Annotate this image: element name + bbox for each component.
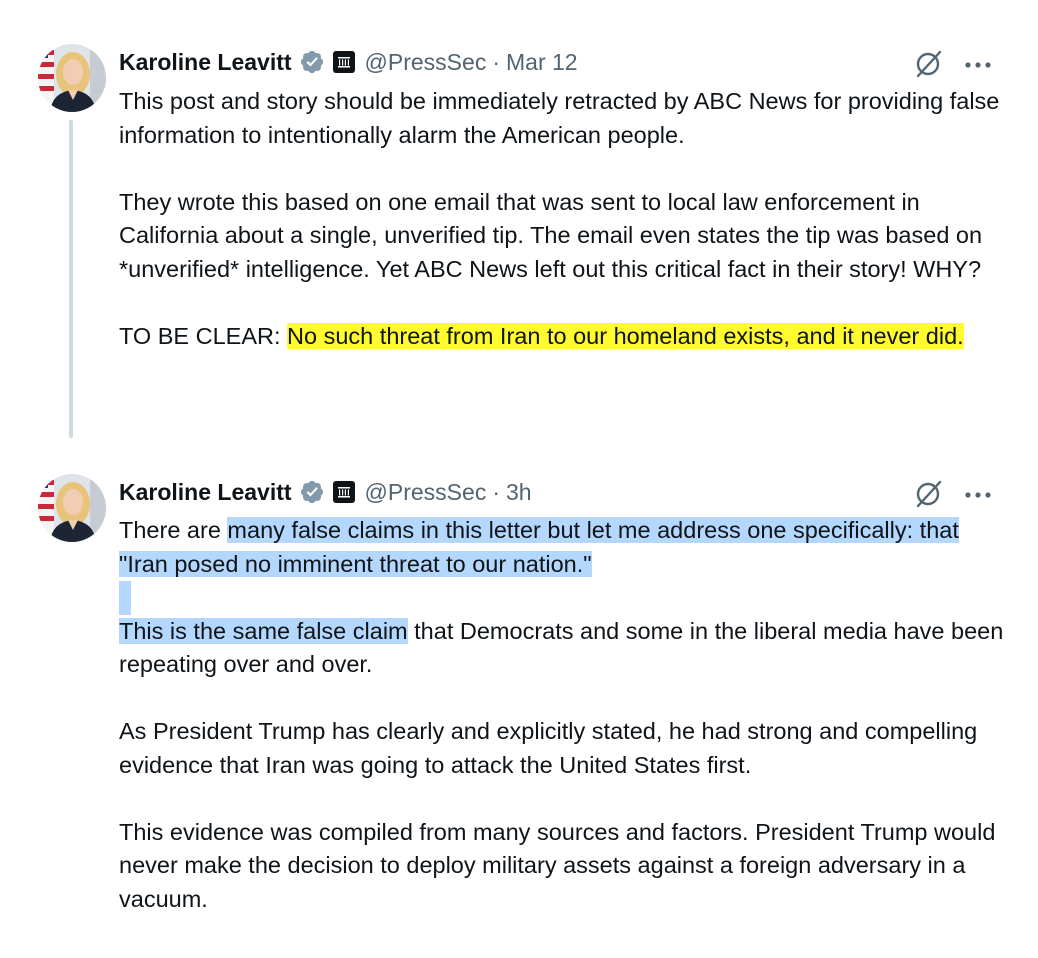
tweet-text-lead: There are bbox=[119, 517, 228, 543]
selected-text: This is the same false claim bbox=[119, 617, 408, 644]
handle-and-time: @PressSec · 3h bbox=[365, 479, 532, 506]
grok-icon[interactable] bbox=[912, 46, 946, 85]
author-name[interactable]: Karoline Leavitt bbox=[119, 49, 292, 76]
tweet-paragraph: They wrote this based on one email that … bbox=[119, 188, 983, 282]
highlighted-text: No such threat from Iran to our homeland… bbox=[287, 322, 964, 349]
author-handle[interactable]: @PressSec bbox=[365, 479, 487, 505]
tweet-actions bbox=[912, 46, 992, 85]
thread-line bbox=[69, 120, 73, 438]
tweet-text: This post and story should be immediatel… bbox=[119, 85, 1004, 353]
tweet-paragraph: This is the same false claim that Democr… bbox=[119, 615, 1004, 682]
avatar[interactable] bbox=[38, 474, 106, 542]
author-name[interactable]: Karoline Leavitt bbox=[119, 479, 292, 506]
tweet-header: Karoline Leavitt @PressSec · Mar 12 bbox=[119, 45, 578, 79]
tweet-header: Karoline Leavitt @PressSec · 3h bbox=[119, 475, 532, 509]
tweet-text-lead: TO BE CLEAR: bbox=[119, 322, 288, 349]
tweet-time[interactable]: Mar 12 bbox=[506, 49, 578, 75]
tweet-paragraph: There are many false claims in this lett… bbox=[119, 514, 1004, 581]
selected-text: many false claims in this letter but let… bbox=[119, 517, 959, 577]
separator-dot: · bbox=[492, 48, 500, 75]
tweet-paragraph: TO BE CLEAR: No such threat from Iran to… bbox=[119, 320, 1004, 354]
separator-dot: · bbox=[492, 478, 500, 505]
more-icon[interactable] bbox=[964, 487, 992, 505]
tweet-paragraph: As President Trump has clearly and expli… bbox=[119, 718, 978, 778]
tweet-actions bbox=[912, 476, 992, 515]
handle-and-time: @PressSec · Mar 12 bbox=[365, 49, 578, 76]
avatar[interactable] bbox=[38, 44, 106, 112]
grok-icon[interactable] bbox=[912, 476, 946, 515]
tweet-time[interactable]: 3h bbox=[506, 479, 532, 505]
tweet-text: There are many false claims in this lett… bbox=[119, 514, 1004, 916]
tweet-paragraph: This evidence was compiled from many sou… bbox=[119, 818, 996, 912]
author-handle[interactable]: @PressSec bbox=[365, 49, 487, 75]
verified-badge-icon[interactable] bbox=[299, 49, 325, 75]
tweet-paragraph: This post and story should be immediatel… bbox=[119, 88, 1000, 148]
verified-badge-icon[interactable] bbox=[299, 479, 325, 505]
selected-blank-line bbox=[119, 581, 131, 615]
white-house-affiliate-icon[interactable] bbox=[332, 51, 355, 73]
white-house-affiliate-icon[interactable] bbox=[332, 481, 355, 503]
more-icon[interactable] bbox=[964, 57, 992, 75]
